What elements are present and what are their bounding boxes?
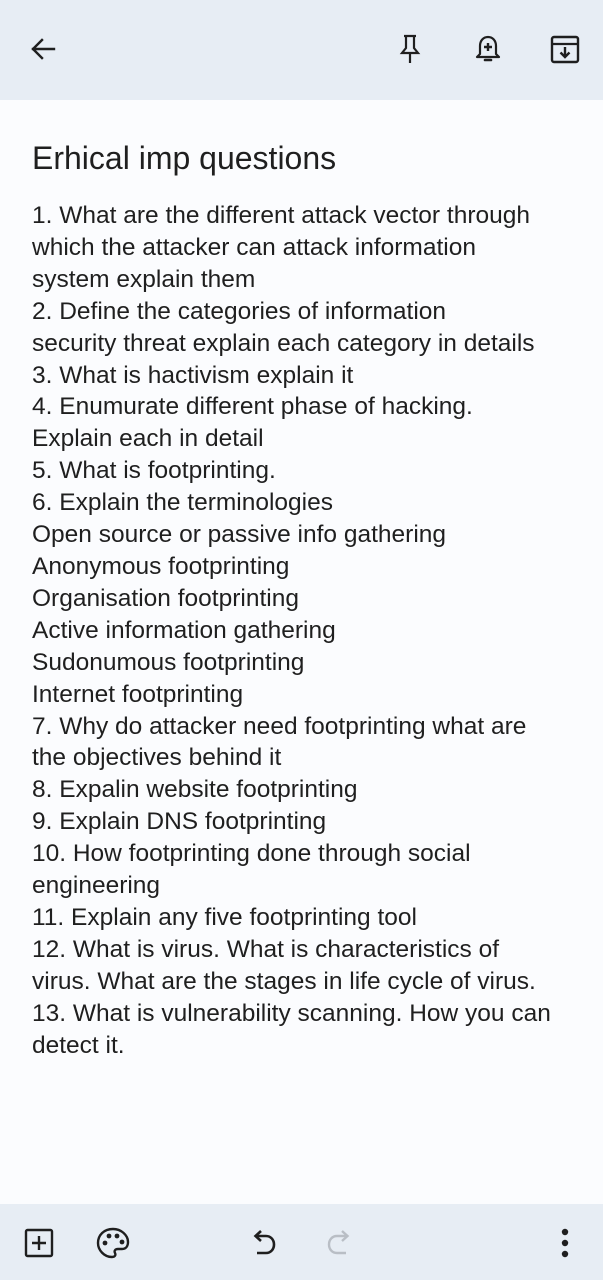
top-app-bar bbox=[0, 0, 603, 100]
note-line: Internet footprinting bbox=[32, 680, 244, 708]
more-options-button[interactable] bbox=[545, 1223, 585, 1263]
archive-icon bbox=[550, 35, 580, 64]
note-line: 3. What is hactivism explain it bbox=[32, 361, 354, 389]
note-line: 9. Explain DNS footprinting bbox=[32, 808, 327, 836]
note-line: the objectives behind it bbox=[32, 744, 282, 772]
background-options-button[interactable] bbox=[93, 1223, 133, 1263]
note-line: virus. What are the stages in life cycle… bbox=[32, 967, 536, 995]
note-line: engineering bbox=[32, 872, 161, 900]
note-line: 6. Explain the terminologies bbox=[32, 489, 333, 517]
note-body[interactable]: 1. What are the different attack vector … bbox=[32, 200, 577, 1061]
note-editor[interactable]: Erhical imp questions 1. What are the di… bbox=[32, 136, 577, 1061]
note-line: Open source or passive info gathering bbox=[32, 521, 447, 549]
note-line: 4. Enumurate different phase of hacking. bbox=[32, 393, 473, 421]
bottom-toolbar bbox=[0, 1204, 603, 1280]
note-line: Organisation footprinting bbox=[32, 584, 299, 612]
pin-icon bbox=[399, 34, 421, 63]
note-title[interactable]: Erhical imp questions bbox=[32, 136, 577, 180]
note-line: 1. What are the different attack vector … bbox=[32, 202, 530, 229]
redo-icon bbox=[327, 1230, 350, 1255]
note-line: system explain them bbox=[32, 265, 256, 293]
palette-icon bbox=[96, 1227, 130, 1259]
note-line: Anonymous footprinting bbox=[32, 552, 290, 580]
add-box-icon bbox=[24, 1228, 54, 1258]
add-content-button[interactable] bbox=[19, 1223, 59, 1263]
undo-button[interactable] bbox=[244, 1223, 284, 1263]
arrow-left-icon bbox=[31, 38, 56, 60]
note-line: Sudonumous footprinting bbox=[32, 648, 305, 676]
note-line: Explain each in detail bbox=[32, 425, 264, 453]
undo-icon bbox=[253, 1230, 276, 1255]
note-line: 2. Define the categories of information bbox=[32, 297, 447, 325]
more-vert-icon bbox=[561, 1228, 569, 1258]
note-line: 7. Why do attacker need footprinting wha… bbox=[32, 712, 527, 740]
redo-button[interactable] bbox=[319, 1223, 359, 1263]
reminder-button[interactable] bbox=[468, 29, 508, 69]
note-line: 11. Explain any five footprinting tool bbox=[32, 903, 417, 931]
pin-button[interactable] bbox=[390, 29, 430, 69]
archive-button[interactable] bbox=[545, 29, 585, 69]
note-line: which the attacker can attack informatio… bbox=[32, 233, 476, 261]
note-line: 10. How footprinting done through social bbox=[32, 840, 471, 868]
note-line: security threat explain each category in… bbox=[32, 329, 535, 357]
note-line: 5. What is footprinting. bbox=[32, 457, 276, 485]
note-line: detect it. bbox=[32, 1031, 125, 1059]
back-button[interactable] bbox=[23, 29, 63, 69]
note-line: 12. What is virus. What is characteristi… bbox=[32, 935, 499, 963]
note-line: 13. What is vulnerability scanning. How … bbox=[32, 999, 551, 1027]
bell-plus-icon bbox=[475, 35, 501, 62]
note-line: 8. Expalin website footprinting bbox=[32, 776, 358, 804]
note-line: Active information gathering bbox=[32, 616, 336, 644]
